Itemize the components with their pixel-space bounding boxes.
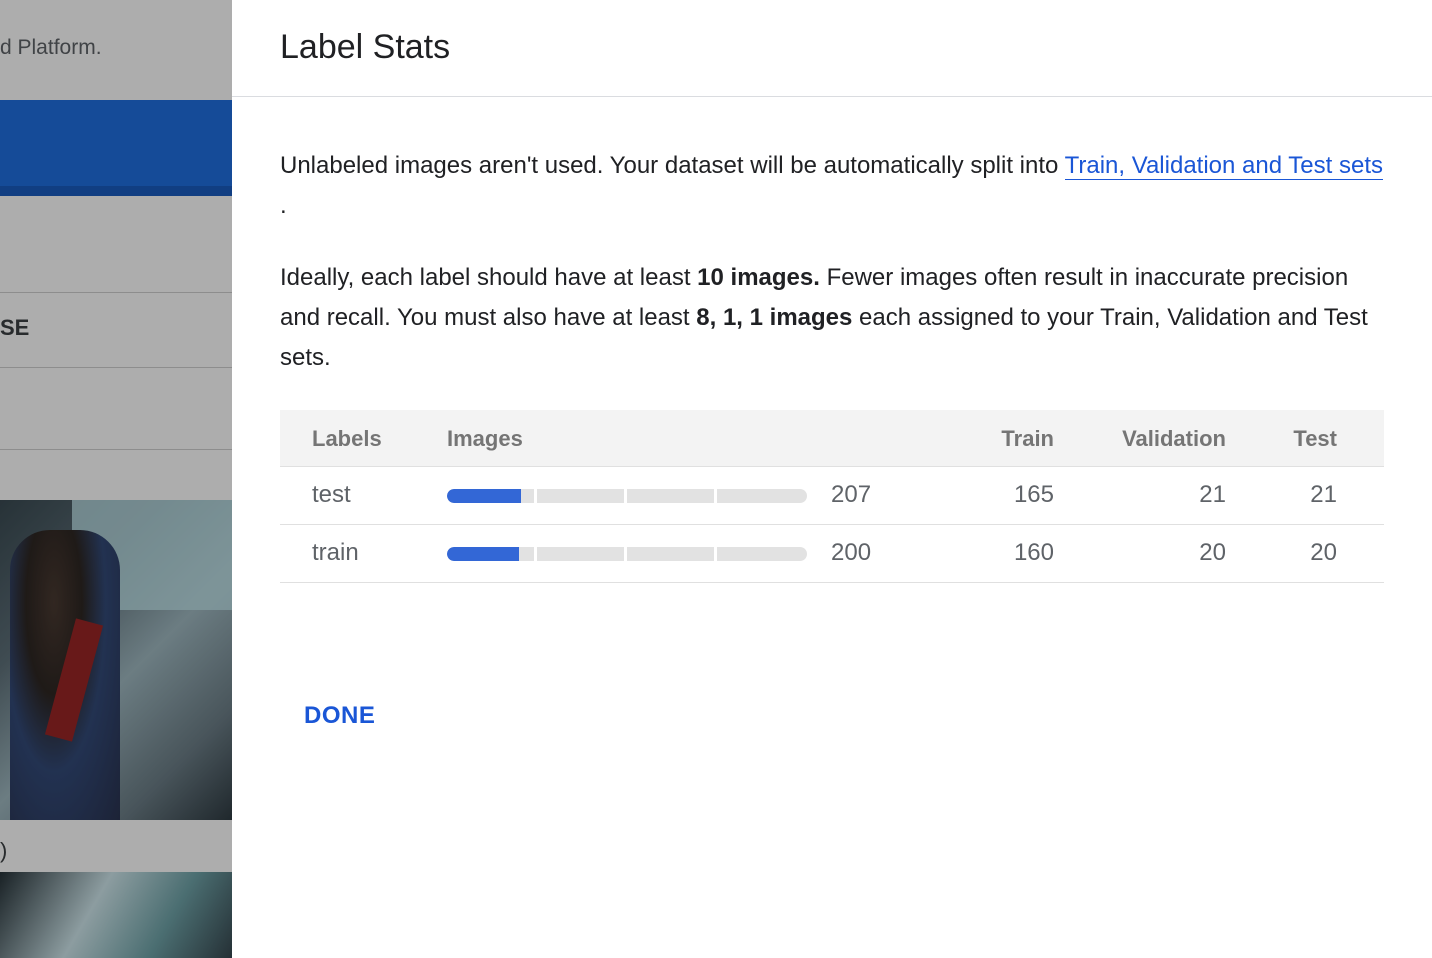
header-test: Test (1293, 426, 1337, 451)
images-progress-bar (447, 489, 807, 503)
row-train-count: 160 (1013, 539, 1054, 566)
table-header: Labels Images Train Validation Test (280, 410, 1384, 467)
table-row: test 207 165 21 21 (280, 467, 1384, 525)
images-progress-fill (447, 489, 521, 503)
intro-text: Unlabeled images aren't used. Your datas… (280, 152, 1065, 179)
row-image-count: 207 (831, 481, 872, 508)
header-train: Train (1001, 426, 1054, 451)
panel-title: Label Stats (280, 28, 451, 66)
bar-segment-divider (714, 489, 717, 503)
guidance-split-minimum: 8, 1, 1 images (696, 304, 853, 331)
done-button[interactable]: DONE (288, 694, 391, 738)
train-validation-test-link[interactable]: Train, Validation and Test sets (1064, 152, 1384, 180)
header-images: Images (447, 426, 523, 451)
row-train-count: 165 (1013, 481, 1054, 508)
guidance-text-1: Ideally, each label should have at least (280, 264, 698, 291)
bar-segment-divider (624, 547, 627, 561)
intro-end: . (280, 192, 287, 219)
table-row: train 200 160 20 20 (280, 525, 1384, 583)
intro-paragraph: Unlabeled images aren't used. Your datas… (280, 146, 1390, 226)
modal-scrim[interactable] (0, 0, 232, 958)
row-label: test (312, 481, 351, 508)
images-progress-bar (447, 547, 807, 561)
label-stats-table: Labels Images Train Validation Test test… (280, 410, 1384, 583)
header-validation: Validation (1122, 426, 1226, 451)
bar-segment-divider (624, 489, 627, 503)
bar-segment-divider (534, 489, 537, 503)
row-test-count: 21 (1310, 481, 1337, 508)
bar-segment-divider (534, 547, 537, 561)
bar-segment-divider (714, 547, 717, 561)
header-labels: Labels (312, 426, 382, 451)
guidance-min-images: 10 images. (697, 264, 820, 291)
row-label: train (312, 539, 359, 566)
row-validation-count: 20 (1199, 539, 1226, 566)
row-image-count: 200 (831, 539, 872, 566)
images-progress-fill (447, 547, 519, 561)
row-validation-count: 21 (1199, 481, 1226, 508)
label-stats-panel: Label Stats Unlabeled images aren't used… (232, 0, 1432, 958)
panel-header: Label Stats (232, 0, 1432, 97)
guidance-paragraph: Ideally, each label should have at least… (280, 258, 1390, 378)
row-test-count: 20 (1310, 539, 1337, 566)
